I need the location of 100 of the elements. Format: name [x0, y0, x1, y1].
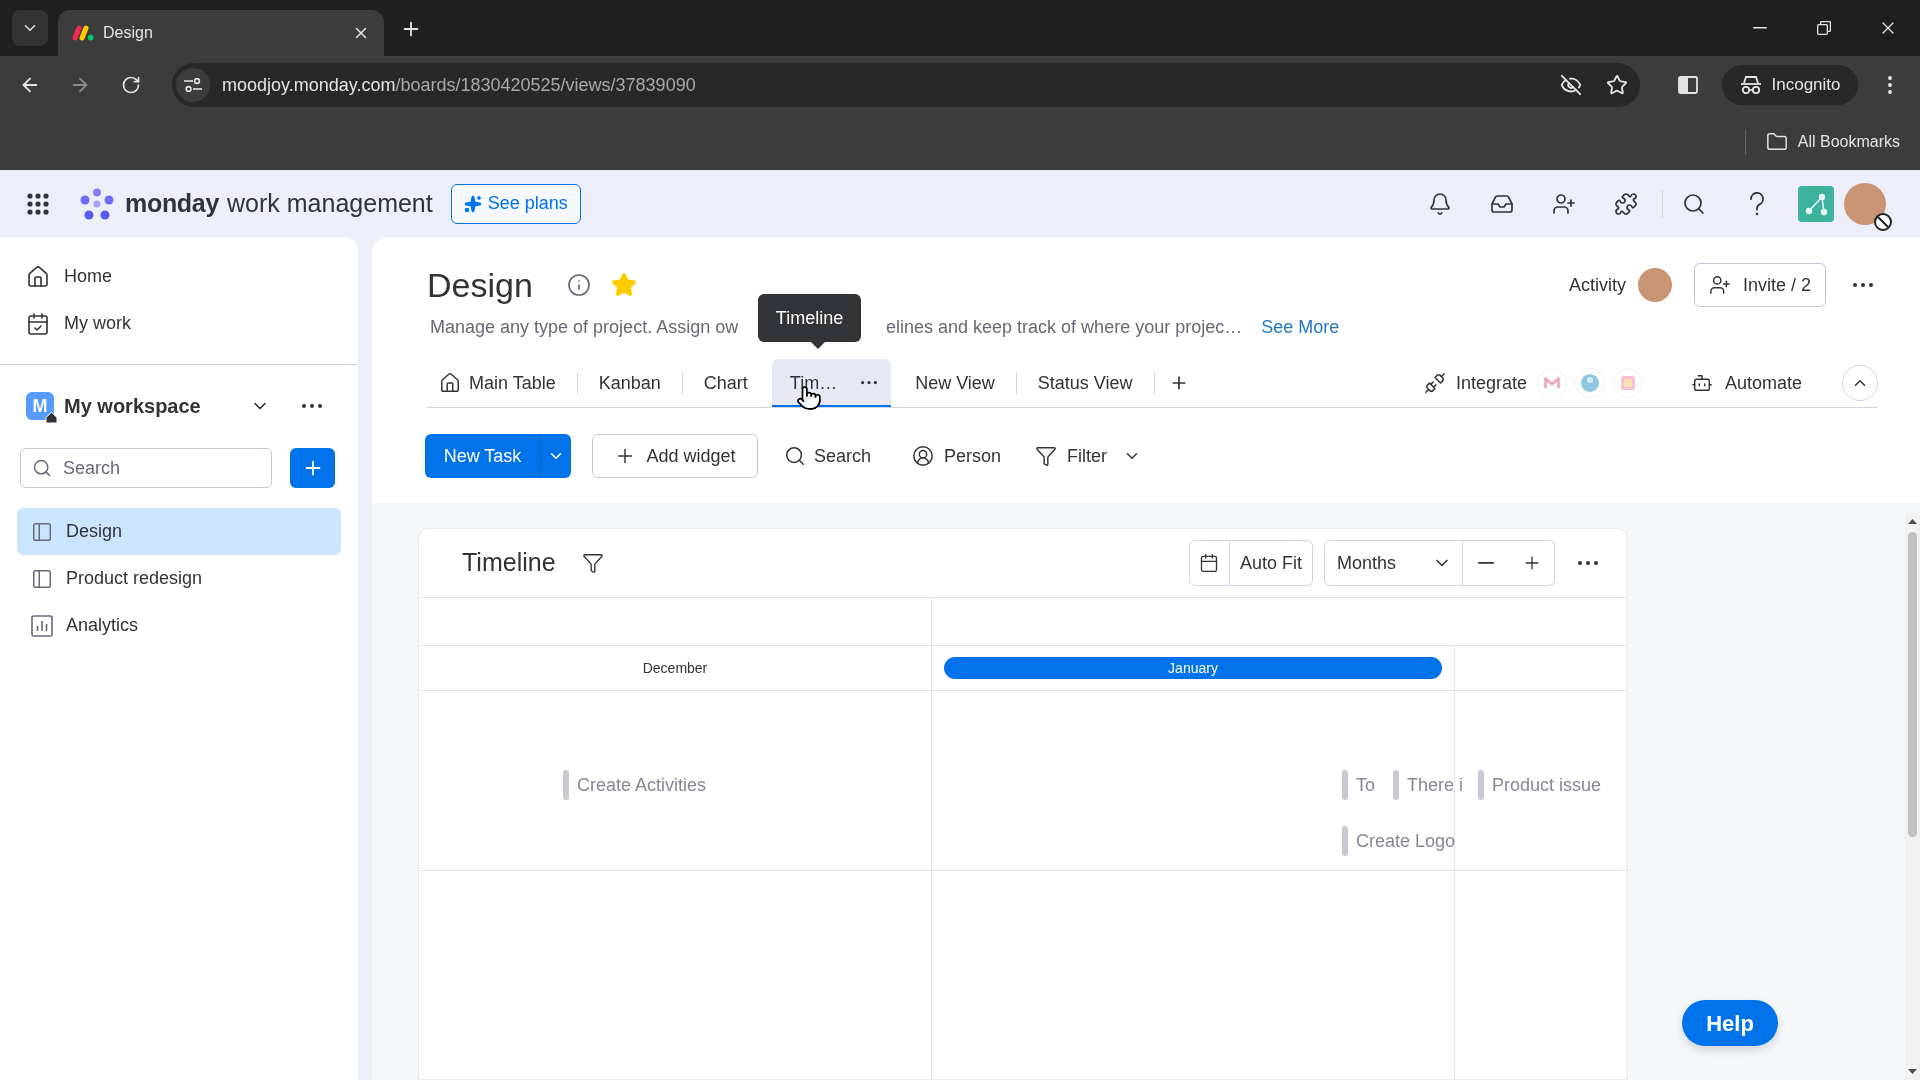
avatar[interactable]: [1844, 182, 1886, 225]
board-item[interactable]: Design: [17, 508, 341, 555]
add-widget-button[interactable]: Add widget: [592, 434, 758, 478]
timeline-item-label[interactable]: There i: [1407, 771, 1464, 799]
blocked-badge-icon: [1874, 212, 1892, 231]
chart-board-icon: [31, 614, 53, 637]
site-logo-icon: [72, 25, 94, 41]
nav-item[interactable]: My work: [0, 300, 358, 347]
calendar-check-icon: [26, 311, 50, 336]
add-board-button[interactable]: [290, 448, 335, 488]
tab-search-button[interactable]: [12, 10, 48, 46]
board-icon: [31, 567, 53, 590]
grid-icon: [27, 192, 49, 215]
minus-icon: [1478, 562, 1494, 564]
filter-button[interactable]: Filter: [1035, 434, 1142, 478]
month-label: December: [642, 658, 708, 678]
folder-icon: [1765, 131, 1788, 153]
workspace-switcher[interactable]: My workspace: [64, 391, 270, 421]
app-tile-icon[interactable]: [1798, 185, 1834, 222]
view-tab[interactable]: Chart: [691, 359, 760, 407]
board-title: Design: [427, 268, 533, 302]
home-icon: [439, 372, 461, 394]
avatar: [1637, 268, 1672, 302]
browser-tab[interactable]: Design: [58, 10, 384, 56]
view-tab[interactable]: Status View: [1025, 359, 1145, 407]
view-tab[interactable]: Kanban: [586, 359, 673, 407]
person-plus-icon: [1552, 191, 1576, 216]
board-item[interactable]: Analytics: [17, 602, 341, 649]
scale-dropdown[interactable]: Months: [1324, 540, 1463, 586]
calendar-icon: [1199, 553, 1220, 573]
timeline-item-label[interactable]: To: [1356, 771, 1375, 799]
url-text: moodjoy.monday.com/boards/1830420525/views/37839090: [222, 73, 696, 97]
more-vertical-icon: [1888, 76, 1892, 94]
product-name: work management: [227, 187, 433, 219]
activity-button[interactable]: Activity: [1568, 268, 1672, 302]
tune-icon: [184, 78, 202, 92]
nav-item[interactable]: Home: [0, 253, 358, 300]
today-button[interactable]: [1188, 540, 1230, 586]
scrollbar-track[interactable]: [1905, 513, 1920, 1080]
brand-name: monday: [125, 187, 220, 219]
tooltip: Timeline: [757, 294, 862, 342]
home-icon: [26, 264, 50, 289]
site-info-button[interactable]: [176, 68, 210, 102]
current-month-pill[interactable]: January: [944, 657, 1442, 679]
auto-fit-button[interactable]: Auto Fit: [1229, 540, 1313, 586]
board-item[interactable]: Product redesign: [17, 555, 341, 602]
sparkle-icon: [463, 194, 482, 213]
timeline-item-label[interactable]: Create Activities: [577, 771, 707, 799]
zoom-in-button[interactable]: [1509, 540, 1555, 586]
home-badge-icon: [45, 411, 58, 424]
board-description: elines and keep track of where your projec…: [886, 315, 1243, 339]
info-icon: [566, 273, 591, 297]
incognito-icon: [1739, 75, 1762, 95]
tooltip-pointer-icon: [809, 341, 826, 349]
logo-icon: [80, 187, 114, 220]
all-bookmarks-button[interactable]: All Bookmarks: [1765, 130, 1900, 154]
view-tab[interactable]: New View: [903, 359, 1007, 407]
scrollbar-thumb[interactable]: [1908, 532, 1917, 837]
view-tab[interactable]: Tim…: [771, 359, 892, 407]
person-filter-button[interactable]: Person: [912, 434, 1002, 478]
search-field[interactable]: Search: [20, 448, 272, 488]
new-task-menu-button[interactable]: [540, 434, 571, 478]
help-button[interactable]: Help: [1682, 1000, 1778, 1046]
timeline-item-label[interactable]: Create Logo: [1356, 827, 1456, 855]
square-app-icon: [1612, 368, 1643, 398]
tab-title: Design: [103, 23, 153, 43]
star-icon: [1606, 74, 1628, 96]
person-plus-icon: [1708, 274, 1731, 296]
timeline-item-label[interactable]: Product issue: [1492, 771, 1602, 799]
eye-off-icon: [1560, 74, 1582, 96]
restore-icon: [1817, 21, 1831, 35]
widget-title: Timeline: [462, 547, 556, 579]
puzzle-icon: [1614, 191, 1638, 216]
side-panel-icon: [1678, 76, 1698, 94]
bell-icon: [1428, 191, 1452, 216]
filter-icon: [1035, 445, 1058, 467]
address-bar[interactable]: moodjoy.monday.com/boards/1830420525/views/37839090: [172, 63, 1640, 107]
new-task-button[interactable]: New Task: [425, 434, 540, 478]
integrate-button[interactable]: Integrate: [1423, 369, 1527, 397]
incognito-button[interactable]: Incognito: [1722, 65, 1858, 105]
favorite-star-icon[interactable]: [610, 272, 637, 298]
scroll-up-icon: [1908, 519, 1917, 524]
board-info-button[interactable]: [566, 273, 591, 297]
filter-icon: [581, 552, 604, 574]
minimize-icon: [1753, 27, 1767, 29]
mail-app-icon: [1536, 368, 1567, 398]
reload-icon: [121, 75, 141, 95]
search-icon: [784, 445, 806, 467]
invite-button[interactable]: Invite / 2: [1693, 263, 1826, 307]
view-tab[interactable]: Main Table: [427, 359, 568, 407]
search-button[interactable]: Search: [784, 434, 872, 478]
see-more-link[interactable]: See More: [1261, 313, 1340, 341]
automate-button[interactable]: Automate: [1690, 369, 1802, 397]
more-icon: [302, 404, 322, 408]
plug-icon: [1423, 372, 1446, 394]
more-icon: [1578, 561, 1598, 565]
search-icon: [1682, 191, 1706, 216]
see-plans-button[interactable]: See plans: [450, 183, 581, 224]
board-description: Manage any type of project. Assign ow: [430, 315, 740, 339]
scroll-down-icon: [1908, 1069, 1917, 1074]
